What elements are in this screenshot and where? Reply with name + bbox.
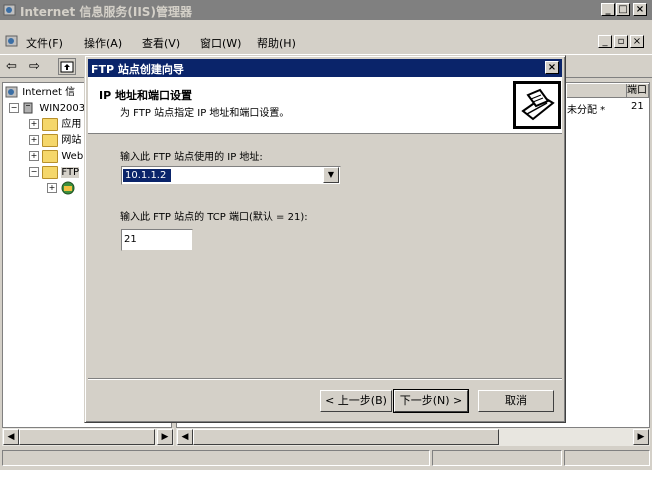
status-panel-1 xyxy=(2,450,430,466)
expand-icon[interactable]: + xyxy=(29,119,39,129)
tree-item-websites[interactable]: + 网站 xyxy=(29,133,81,149)
scroll-thumb[interactable] xyxy=(19,429,155,445)
scroll-left-button[interactable]: ◀ xyxy=(177,429,193,445)
scroll-thumb[interactable] xyxy=(193,429,499,445)
folder-icon xyxy=(42,117,59,131)
tcp-port-label: 输入此 FTP 站点的 TCP 端口(默认 = 21): xyxy=(120,212,308,223)
main-window-title: Internet 信息服务(IIS)管理器 xyxy=(20,5,192,19)
tree-item-label: Web xyxy=(61,151,84,162)
tree-item-ftp-site[interactable]: + xyxy=(47,181,76,197)
tree-item-web-extensions[interactable]: + Web xyxy=(29,149,83,165)
collapse-icon[interactable]: − xyxy=(9,103,19,113)
wizard-title-bar: FTP 站点创建向导 × xyxy=(88,59,562,77)
scroll-right-button[interactable]: ▶ xyxy=(633,429,649,445)
tree-root-label: Internet 信 xyxy=(22,87,76,98)
wizard-header: IP 地址和端口设置 为 FTP 站点指定 IP 地址和端口设置。 xyxy=(88,77,562,134)
ip-address-label: 输入此 FTP 站点使用的 IP 地址: xyxy=(120,152,263,163)
tree-item-ftp-sites[interactable]: − FTP xyxy=(29,165,80,181)
tree-item-app-pools[interactable]: + 应用 xyxy=(29,117,81,133)
wizard-title: FTP 站点创建向导 xyxy=(91,63,184,76)
menu-help[interactable]: 帮助(H) xyxy=(257,35,296,51)
back-button[interactable]: < 上一步(B) xyxy=(320,390,392,412)
collapse-icon[interactable]: − xyxy=(29,167,39,177)
wizard-printer-icon xyxy=(513,81,561,129)
main-title-bar: Internet 信息服务(IIS)管理器 _ □ × xyxy=(0,0,652,20)
menu-bar: 文件(F) 操作(A) 查看(V) 窗口(W) 帮助(H) _ ▫ × xyxy=(0,32,652,52)
cancel-button[interactable]: 取消 xyxy=(478,390,554,412)
menu-view[interactable]: 查看(V) xyxy=(142,35,180,51)
back-arrow-icon[interactable]: ⇦ xyxy=(6,59,17,74)
minimize-button[interactable]: _ xyxy=(601,3,615,16)
close-button[interactable]: × xyxy=(633,3,647,16)
ip-address-combobox[interactable]: 10.1.1.2 ▼ xyxy=(121,166,341,185)
tree-server[interactable]: − WIN2003 xyxy=(9,101,85,117)
child-close-button[interactable]: × xyxy=(630,35,644,48)
iis-app-icon xyxy=(3,3,17,17)
port-column-label: 端口 xyxy=(627,85,647,96)
tree-horizontal-scrollbar[interactable]: ◀ ▶ xyxy=(2,428,174,446)
tcp-port-input[interactable]: 21 xyxy=(121,229,193,251)
status-bar xyxy=(0,448,652,468)
child-restore-button[interactable]: ▫ xyxy=(614,35,628,48)
folder-icon xyxy=(42,149,59,163)
tcp-port-value: 21 xyxy=(124,234,137,245)
up-folder-icon[interactable] xyxy=(58,58,76,75)
list-header-port[interactable]: 端口 xyxy=(627,84,649,98)
ftp-site-icon xyxy=(60,181,76,195)
open-folder-icon xyxy=(42,165,59,179)
list-header-status[interactable] xyxy=(567,84,627,98)
list-row-port: 21 xyxy=(631,101,644,112)
server-icon xyxy=(22,102,36,114)
expand-icon[interactable]: + xyxy=(29,151,39,161)
list-row-status: 未分配 * xyxy=(567,105,606,116)
next-button[interactable]: 下一步(N) > xyxy=(393,389,469,413)
ip-address-value: 10.1.1.2 xyxy=(123,169,171,182)
menu-file[interactable]: 文件(F) xyxy=(26,35,63,51)
tree-root[interactable]: Internet 信 xyxy=(5,85,75,101)
tree-server-label: WIN2003 xyxy=(39,103,86,114)
list-horizontal-scrollbar[interactable]: ◀ ▶ xyxy=(176,428,650,446)
wizard-subheading: 为 FTP 站点指定 IP 地址和端口设置。 xyxy=(120,108,290,119)
status-panel-3 xyxy=(564,450,650,466)
ftp-wizard-dialog: FTP 站点创建向导 × IP 地址和端口设置 为 FTP 站点指定 IP 地址… xyxy=(84,55,566,423)
child-minimize-button[interactable]: _ xyxy=(598,35,612,48)
wizard-heading: IP 地址和端口设置 xyxy=(99,89,192,102)
forward-arrow-icon[interactable]: ⇨ xyxy=(29,59,40,74)
menu-action[interactable]: 操作(A) xyxy=(84,35,122,51)
expand-icon[interactable]: + xyxy=(47,183,57,193)
scroll-right-button[interactable]: ▶ xyxy=(157,429,173,445)
tree-item-label: FTP xyxy=(61,167,80,178)
iis-root-icon xyxy=(5,86,19,98)
status-panel-2 xyxy=(432,450,562,466)
expand-icon[interactable]: + xyxy=(29,135,39,145)
tree-item-label: 应用 xyxy=(61,119,82,130)
wizard-footer-divider xyxy=(88,378,562,380)
maximize-button[interactable]: □ xyxy=(616,3,630,16)
tree-item-label: 网站 xyxy=(61,135,82,146)
folder-icon xyxy=(42,133,59,147)
ip-dropdown-button[interactable]: ▼ xyxy=(323,167,339,183)
wizard-close-button[interactable]: × xyxy=(545,61,559,74)
scroll-left-button[interactable]: ◀ xyxy=(3,429,19,445)
console-icon xyxy=(4,33,20,49)
menu-window[interactable]: 窗口(W) xyxy=(200,35,241,51)
